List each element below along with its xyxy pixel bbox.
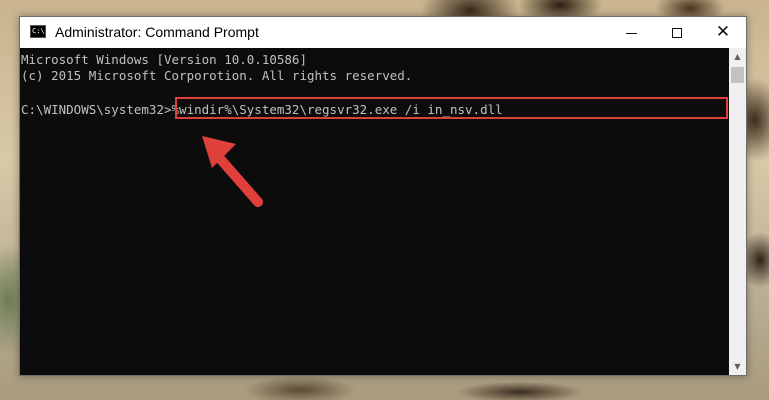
cmd-icon: C:\	[30, 25, 46, 38]
scroll-up-button[interactable]: ▲	[729, 48, 746, 65]
console-output[interactable]: Microsoft Windows [Version 10.0.10586] (…	[20, 48, 729, 375]
command-prompt-window[interactable]: C:\ Administrator: Command Prompt ✕ Micr…	[19, 16, 747, 376]
scroll-up-icon: ▲	[734, 52, 741, 61]
minimize-button[interactable]	[608, 17, 654, 48]
scroll-down-icon: ▼	[734, 362, 741, 371]
minimize-icon	[625, 32, 637, 34]
console-line-copyright: (c) 2015 Microsoft Corporotion. All righ…	[21, 68, 413, 83]
close-button[interactable]: ✕	[700, 17, 746, 48]
scroll-down-button[interactable]: ▼	[729, 358, 746, 375]
pointer-arrow-icon	[202, 136, 263, 207]
title-bar[interactable]: C:\ Administrator: Command Prompt ✕	[20, 17, 746, 48]
prompt-path: C:\WINDOWS\system32>	[21, 102, 172, 117]
maximize-button[interactable]	[654, 17, 700, 48]
scroll-thumb[interactable]	[731, 67, 744, 83]
window-title: Administrator: Command Prompt	[55, 24, 259, 40]
vertical-scrollbar[interactable]: ▲ ▼	[729, 48, 746, 375]
maximize-icon	[672, 27, 682, 38]
command-highlight-box	[175, 97, 728, 119]
close-icon: ✕	[715, 22, 731, 42]
